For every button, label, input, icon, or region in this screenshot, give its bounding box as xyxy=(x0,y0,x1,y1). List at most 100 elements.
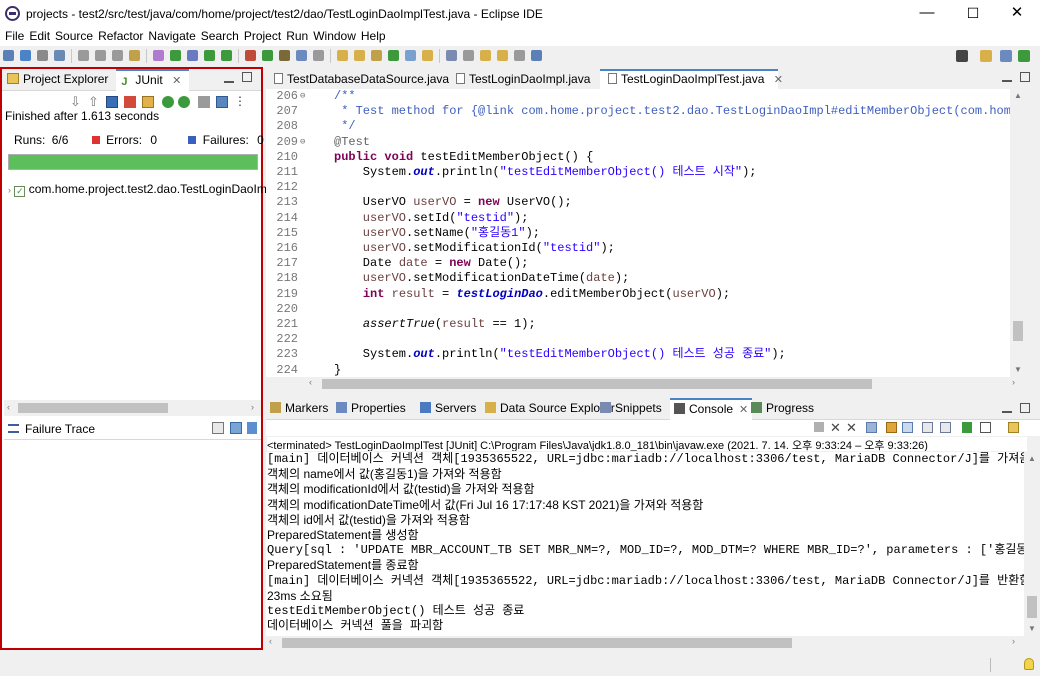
tab-snippets[interactable]: Snippets xyxy=(600,398,662,420)
maximize-view-icon[interactable] xyxy=(1020,403,1030,413)
console-vertical-scrollbar[interactable]: ▲ ▼ xyxy=(1024,452,1040,636)
tab-properties[interactable]: Properties xyxy=(336,398,406,420)
pin-console-icon[interactable] xyxy=(962,422,972,433)
filter-stack-icon[interactable] xyxy=(230,422,242,434)
console-horizontal-scrollbar[interactable]: ‹ › xyxy=(266,636,1024,650)
run-icon[interactable] xyxy=(204,50,215,61)
scroll-up-icon[interactable]: ▲ xyxy=(1028,454,1036,463)
tab-test-login-dao-impl-test[interactable]: TestLoginDaoImplTest.java ✕ xyxy=(600,69,783,90)
scroll-left-icon[interactable]: ‹ xyxy=(7,402,10,412)
scrollbar-thumb[interactable] xyxy=(18,403,168,413)
menu-help[interactable]: Help xyxy=(356,28,386,44)
scroll-down-icon[interactable]: ▼ xyxy=(1014,365,1022,374)
scroll-left-icon[interactable]: ‹ xyxy=(269,636,272,646)
test-run-history-icon[interactable] xyxy=(216,96,228,108)
rerun-failed-first-icon[interactable] xyxy=(178,96,190,108)
previous-annotation-icon[interactable] xyxy=(514,50,525,61)
scrollbar-thumb[interactable] xyxy=(1027,596,1037,618)
show-failures-only-icon[interactable] xyxy=(106,96,118,108)
open-perspective-icon[interactable] xyxy=(980,50,992,62)
scrollbar-thumb[interactable] xyxy=(1013,321,1023,341)
save-icon[interactable] xyxy=(20,50,31,61)
save-all-icon[interactable] xyxy=(37,50,48,61)
run-external-icon[interactable] xyxy=(221,50,232,61)
scroll-right-icon[interactable]: › xyxy=(251,402,254,412)
search-icon[interactable] xyxy=(153,50,164,61)
menu-source[interactable]: Source xyxy=(50,28,93,44)
scroll-up-icon[interactable]: ▲ xyxy=(1014,91,1022,100)
show-on-stderr-icon[interactable] xyxy=(940,422,951,433)
tab-test-login-dao-impl[interactable]: TestLoginDaoImpl.java xyxy=(448,69,600,90)
scroll-lock-icon[interactable] xyxy=(886,422,897,433)
stop-icon[interactable] xyxy=(198,96,210,108)
open-type-icon[interactable] xyxy=(54,50,65,61)
scroll-down-icon[interactable]: ▼ xyxy=(1028,624,1036,633)
tab-project-explorer[interactable]: Project Explorer xyxy=(2,69,116,91)
undo-icon[interactable] xyxy=(95,50,106,61)
toggle-breadcrumb-icon[interactable] xyxy=(405,50,416,61)
editor-vertical-scrollbar[interactable]: ▲ ▼ xyxy=(1010,89,1026,377)
new-icon[interactable] xyxy=(3,50,14,61)
menu-run[interactable]: Run xyxy=(281,28,308,44)
editor-horizontal-scrollbar[interactable]: ‹ › xyxy=(306,377,1024,391)
coverage-icon[interactable] xyxy=(187,50,198,61)
new-class-icon[interactable] xyxy=(296,50,307,61)
scroll-lock-icon[interactable] xyxy=(124,96,136,108)
debug-icon[interactable] xyxy=(170,50,181,61)
left-horizontal-scrollbar[interactable]: ‹ › xyxy=(4,400,261,416)
view-menu-icon[interactable]: ⋮ xyxy=(234,95,246,108)
fold-icon[interactable]: ⊖ xyxy=(300,135,305,150)
last-edit-icon[interactable] xyxy=(480,50,491,61)
minimize-button[interactable]: — xyxy=(904,0,950,28)
new-project-icon[interactable] xyxy=(279,50,290,61)
tab-data-source-explorer[interactable]: Data Source Explorer xyxy=(485,398,615,420)
forward-icon[interactable] xyxy=(446,50,457,61)
annotation-icon[interactable] xyxy=(371,50,382,61)
maximize-view-icon[interactable] xyxy=(242,72,252,82)
close-icon[interactable]: ✕ xyxy=(172,75,181,87)
tab-test-database-data-source[interactable]: TestDatabaseDataSource.java xyxy=(266,69,449,90)
scroll-left-icon[interactable]: ‹ xyxy=(309,377,312,387)
new-server-icon[interactable] xyxy=(262,50,273,61)
menu-refactor[interactable]: Refactor xyxy=(93,28,143,44)
close-icon[interactable]: ✕ xyxy=(739,404,748,416)
menu-file[interactable]: File xyxy=(0,28,24,44)
compare-result-icon[interactable] xyxy=(212,422,224,434)
next-failure-icon[interactable]: ⇩ xyxy=(70,95,82,108)
java-perspective-icon[interactable] xyxy=(1018,50,1030,62)
rerun-test-icon[interactable] xyxy=(162,96,174,108)
tab-progress[interactable]: Progress xyxy=(751,398,814,420)
word-wrap-icon[interactable] xyxy=(902,422,913,433)
pin-icon[interactable] xyxy=(463,50,474,61)
show-on-stdout-icon[interactable] xyxy=(922,422,933,433)
prev-edit-icon[interactable] xyxy=(337,50,348,61)
scroll-right-icon[interactable]: › xyxy=(1012,377,1015,387)
code-editor[interactable]: 206/** ⊖ 207 * Test method for {@link com.… xyxy=(266,89,1024,377)
clear-console-icon[interactable] xyxy=(866,422,877,433)
mark-icon[interactable] xyxy=(388,50,399,61)
search-icon[interactable] xyxy=(956,50,968,62)
menu-search[interactable]: Search xyxy=(196,28,239,44)
display-selected-console-icon[interactable] xyxy=(980,422,991,433)
tab-markers[interactable]: Markers xyxy=(270,398,328,420)
tab-junit[interactable]: J JUnit ✕ xyxy=(116,69,190,91)
minimize-view-icon[interactable] xyxy=(1002,403,1012,413)
java-ee-perspective-icon[interactable] xyxy=(1000,50,1012,62)
terminate-icon[interactable] xyxy=(814,422,824,432)
menu-window[interactable]: Window xyxy=(308,28,356,44)
next-edit-icon[interactable] xyxy=(354,50,365,61)
previous-failure-icon[interactable]: ⇧ xyxy=(88,95,100,108)
new-window-icon[interactable] xyxy=(531,50,542,61)
back-icon[interactable] xyxy=(422,50,433,61)
menu-navigate[interactable]: Navigate xyxy=(143,28,195,44)
remove-launch-icon[interactable]: ✕ xyxy=(830,420,841,436)
build-icon[interactable] xyxy=(129,50,140,61)
close-button[interactable]: ✕ xyxy=(994,0,1040,28)
next-annotation-icon[interactable] xyxy=(497,50,508,61)
print-icon[interactable] xyxy=(78,50,89,61)
scrollbar-thumb[interactable] xyxy=(322,379,872,389)
expand-arrow-icon[interactable]: › xyxy=(8,185,11,195)
remove-all-launches-icon[interactable]: ✕ xyxy=(846,420,857,436)
tip-lightbulb-icon[interactable] xyxy=(1024,658,1034,670)
open-task-icon[interactable] xyxy=(313,50,324,61)
